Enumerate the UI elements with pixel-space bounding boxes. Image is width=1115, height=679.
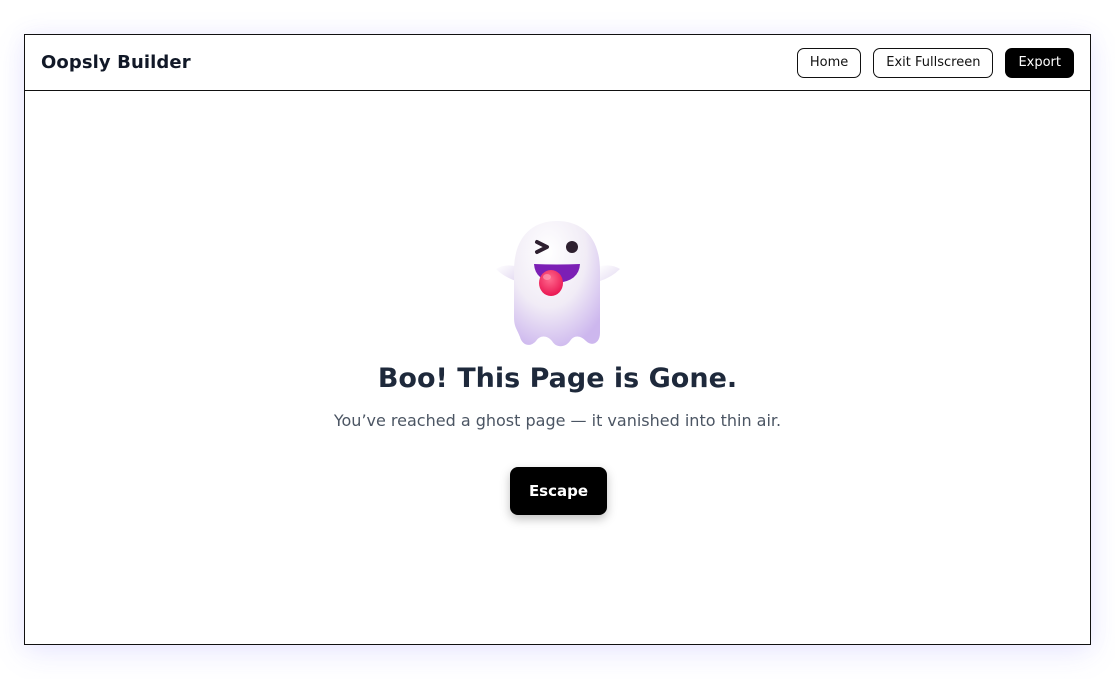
exit-fullscreen-button[interactable]: Exit Fullscreen bbox=[873, 47, 994, 78]
page-title: Boo! This Page is Gone. bbox=[377, 363, 738, 394]
error-content: Boo! This Page is Gone. You’ve reached a… bbox=[25, 91, 1090, 644]
top-bar: Oopsly Builder Home Exit Fullscreen Expo… bbox=[25, 35, 1090, 91]
escape-button[interactable]: Escape bbox=[510, 467, 607, 515]
header-nav: Home Exit Fullscreen Export bbox=[796, 47, 1074, 78]
export-button[interactable]: Export bbox=[1005, 47, 1074, 78]
brand-title: Oopsly Builder bbox=[41, 52, 191, 73]
winking-ghost-icon bbox=[492, 217, 622, 349]
home-button[interactable]: Home bbox=[796, 47, 862, 78]
page-subtitle: You’ve reached a ghost page — it vanishe… bbox=[333, 411, 782, 430]
app-window: Oopsly Builder Home Exit Fullscreen Expo… bbox=[24, 34, 1091, 645]
